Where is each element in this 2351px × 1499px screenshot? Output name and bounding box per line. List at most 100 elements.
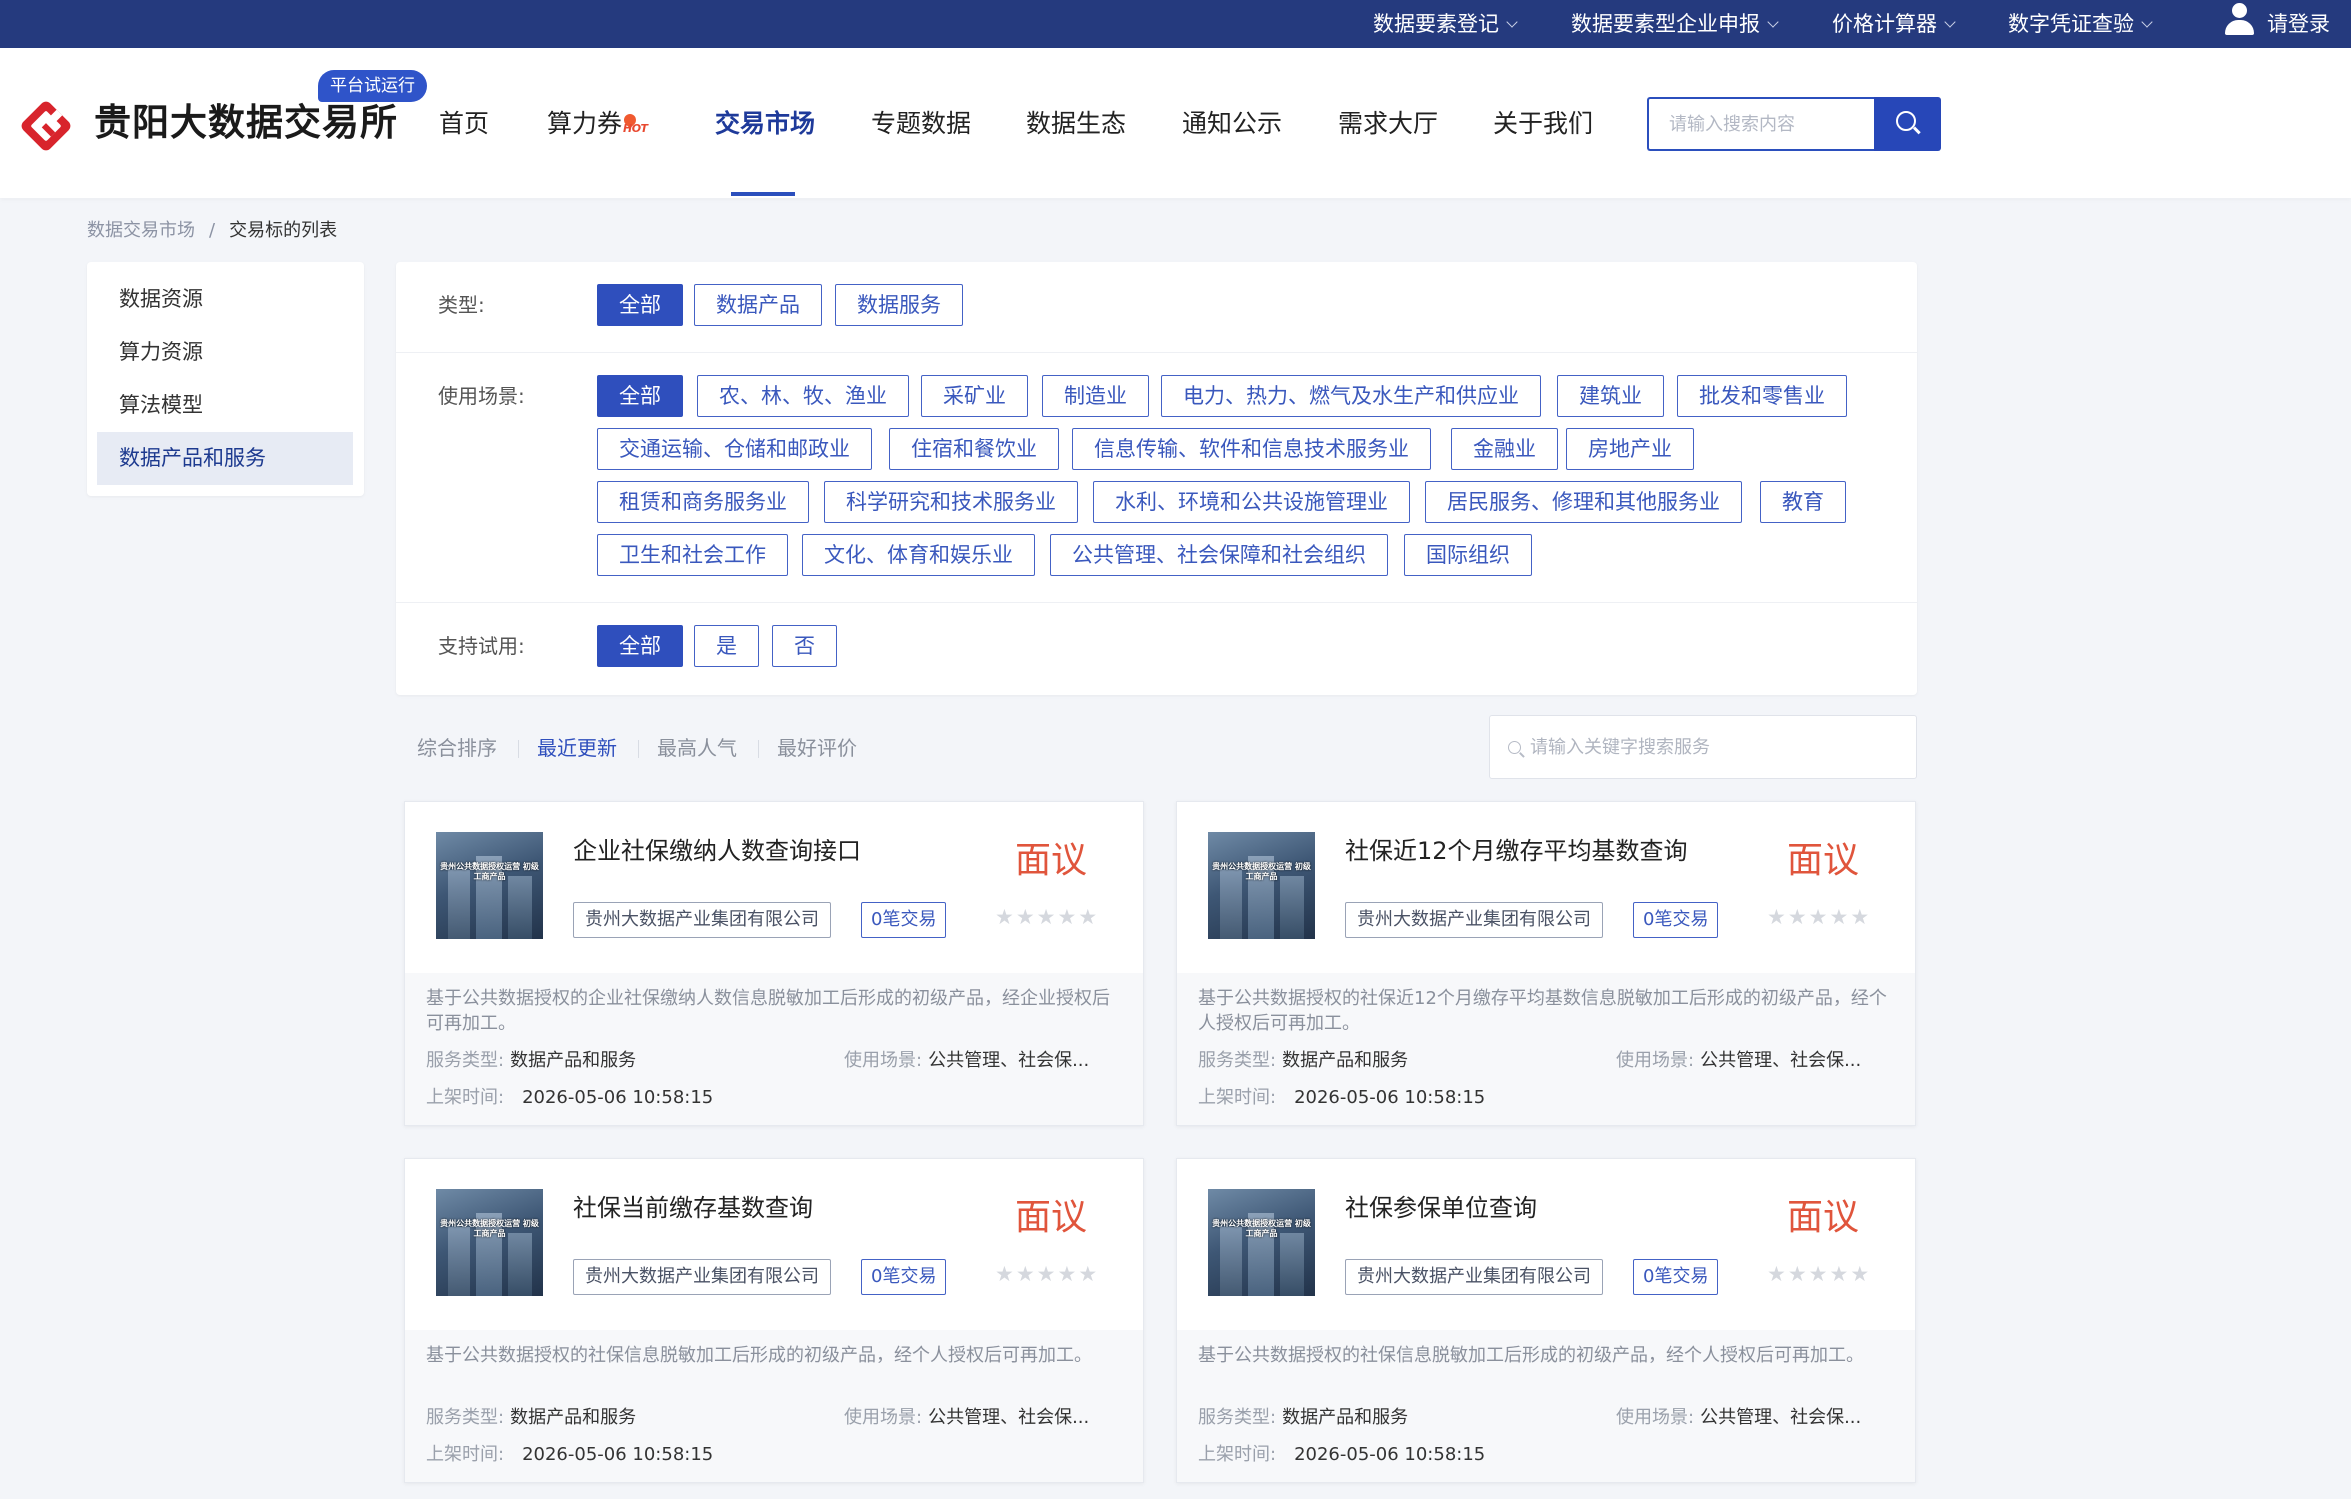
trial-option[interactable]: 全部 <box>597 625 683 667</box>
sort-separator <box>638 740 639 758</box>
sort-latest-update[interactable]: 最近更新 <box>537 733 617 763</box>
login-link[interactable]: 请登录 <box>2267 0 2330 48</box>
scene-option[interactable]: 住宿和餐饮业 <box>889 428 1059 470</box>
sidebar-item-data-products-services[interactable]: 数据产品和服务 <box>97 432 353 485</box>
sort-comprehensive[interactable]: 综合排序 <box>417 733 497 763</box>
type-option[interactable]: 数据产品 <box>694 284 822 326</box>
star-icon: ★ <box>1829 905 1849 929</box>
scene-option[interactable]: 批发和零售业 <box>1677 375 1847 417</box>
product-card[interactable]: 贵州公共数据授权运营 初级工商产品 社保近12个月缴存平均基数查询 贵州大数据产… <box>1176 801 1916 1126</box>
user-icon[interactable] <box>2224 3 2254 39</box>
product-card[interactable]: 贵州公共数据授权运营 初级工商产品 社保当前缴存基数查询 贵州大数据产业集团有限… <box>404 1158 1144 1483</box>
scene-option[interactable]: 全部 <box>597 375 683 417</box>
sidebar-item-algorithm-models[interactable]: 算法模型 <box>97 379 353 432</box>
active-nav-indicator <box>731 192 795 196</box>
star-icon: ★ <box>1015 1262 1035 1286</box>
topbar-item-label: 数字凭证查验 <box>2008 12 2134 36</box>
scene-option[interactable]: 采矿业 <box>921 375 1028 417</box>
listing-time: 上架时间: 2026-05-06 10:58:15 <box>426 1087 714 1108</box>
scene-option[interactable]: 文化、体育和娱乐业 <box>802 534 1035 576</box>
star-icon: ★ <box>1015 905 1035 929</box>
product-thumbnail: 贵州公共数据授权运营 初级工商产品 <box>1208 1189 1315 1296</box>
product-card[interactable]: 贵州公共数据授权运营 初级工商产品 社保参保单位查询 贵州大数据产业集团有限公司… <box>1176 1158 1916 1483</box>
listing-time: 上架时间: 2026-05-06 10:58:15 <box>426 1444 714 1465</box>
scene-option[interactable]: 居民服务、修理和其他服务业 <box>1425 481 1742 523</box>
scene-option[interactable]: 公共管理、社会保障和社会组织 <box>1050 534 1388 576</box>
scene-option[interactable]: 金融业 <box>1451 428 1558 470</box>
scene-option[interactable]: 房地产业 <box>1566 428 1694 470</box>
nav-home[interactable]: 首页 <box>439 104 489 144</box>
product-card[interactable]: 贵州公共数据授权运营 初级工商产品 企业社保缴纳人数查询接口 贵州大数据产业集团… <box>404 801 1144 1126</box>
scene-option[interactable]: 水利、环境和公共设施管理业 <box>1093 481 1410 523</box>
scene-option[interactable]: 科学研究和技术服务业 <box>824 481 1078 523</box>
site-search-input[interactable] <box>1649 99 1874 149</box>
logo-icon[interactable] <box>18 98 74 154</box>
trial-option[interactable]: 是 <box>694 625 759 667</box>
star-icon: ★ <box>1078 905 1098 929</box>
top-utility-bar: 数据要素登记 数据要素型企业申报 价格计算器 数字凭证查验 请登录 <box>0 0 2351 48</box>
star-icon: ★ <box>1036 1262 1056 1286</box>
nav-trading-market[interactable]: 交易市场 <box>715 104 815 144</box>
keyword-search-input[interactable] <box>1530 716 1910 778</box>
usage-scene: 使用场景: 公共管理、社会保... <box>1616 1407 1862 1428</box>
product-title[interactable]: 社保当前缴存基数查询 <box>573 1191 813 1225</box>
scene-option[interactable]: 国际组织 <box>1404 534 1532 576</box>
scene-option[interactable]: 制造业 <box>1042 375 1149 417</box>
filter-scene-label: 使用场景: <box>438 384 525 408</box>
product-title[interactable]: 社保参保单位查询 <box>1345 1191 1537 1225</box>
nav-data-ecosystem[interactable]: 数据生态 <box>1026 104 1126 144</box>
scene-option[interactable]: 电力、热力、燃气及水生产和供应业 <box>1161 375 1541 417</box>
trial-option[interactable]: 否 <box>772 625 837 667</box>
type-option[interactable]: 全部 <box>597 284 683 326</box>
product-title[interactable]: 社保近12个月缴存平均基数查询 <box>1345 834 1688 868</box>
usage-scene: 使用场景: 公共管理、社会保... <box>844 1050 1090 1071</box>
scene-option[interactable]: 交通运输、仓储和邮政业 <box>597 428 872 470</box>
scene-option[interactable]: 建筑业 <box>1557 375 1664 417</box>
sort-best-rated[interactable]: 最好评价 <box>777 733 857 763</box>
scene-option[interactable]: 卫生和社会工作 <box>597 534 788 576</box>
star-icon: ★ <box>1808 1262 1828 1286</box>
provider-tag: 贵州大数据产业集团有限公司 <box>1345 902 1603 938</box>
topbar-enterprise-declaration[interactable]: 数据要素型企业申报 <box>1571 0 1779 48</box>
scene-option[interactable]: 租赁和商务服务业 <box>597 481 809 523</box>
rating-stars: ★★★★★ <box>995 1262 1115 1286</box>
deal-count-tag: 0笔交易 <box>1633 902 1719 938</box>
nav-about-us[interactable]: 关于我们 <box>1493 104 1593 144</box>
divider <box>396 352 1917 353</box>
price: 面议 <box>1015 840 1088 881</box>
nav-compute-voucher[interactable]: 算力券 <box>547 104 622 144</box>
breadcrumb-root[interactable]: 数据交易市场 <box>87 220 195 241</box>
sort-most-popular[interactable]: 最高人气 <box>657 733 737 763</box>
star-icon: ★ <box>1057 1262 1077 1286</box>
product-title[interactable]: 企业社保缴纳人数查询接口 <box>573 834 861 868</box>
site-search <box>1647 97 1874 151</box>
usage-scene: 使用场景: 公共管理、社会保... <box>844 1407 1090 1428</box>
thumbnail-caption: 贵州公共数据授权运营 初级工商产品 <box>440 1219 539 1238</box>
provider-tag: 贵州大数据产业集团有限公司 <box>573 1259 831 1295</box>
topbar-data-element-registration[interactable]: 数据要素登记 <box>1373 0 1518 48</box>
sidebar-item-compute-resources[interactable]: 算力资源 <box>97 326 353 379</box>
product-description: 基于公共数据授权的社保信息脱敏加工后形成的初级产品，经个人授权后可再加工。 <box>1198 1345 1864 1366</box>
sort-separator <box>758 740 759 758</box>
scene-option[interactable]: 信息传输、软件和信息技术服务业 <box>1072 428 1431 470</box>
deal-count-tag: 0笔交易 <box>861 1259 947 1295</box>
trial-badge: 平台试运行 <box>318 70 427 102</box>
rating-stars: ★★★★★ <box>1767 905 1887 929</box>
rating-stars: ★★★★★ <box>1767 1262 1887 1286</box>
service-type: 服务类型: 数据产品和服务 <box>1198 1407 1409 1428</box>
topbar-digital-certificate-check[interactable]: 数字凭证查验 <box>2008 0 2153 48</box>
topbar-price-calculator[interactable]: 价格计算器 <box>1832 0 1956 48</box>
nav-announcements[interactable]: 通知公示 <box>1182 104 1282 144</box>
type-option[interactable]: 数据服务 <box>835 284 963 326</box>
scene-option[interactable]: 农、林、牧、渔业 <box>697 375 909 417</box>
topbar-item-label: 数据要素型企业申报 <box>1571 12 1760 36</box>
sidebar-item-data-resources[interactable]: 数据资源 <box>97 273 353 326</box>
nav-demand-hall[interactable]: 需求大厅 <box>1338 104 1438 144</box>
site-name[interactable]: 贵阳大数据交易所 <box>94 98 398 148</box>
nav-topic-data[interactable]: 专题数据 <box>871 104 971 144</box>
listing-time: 上架时间: 2026-05-06 10:58:15 <box>1198 1444 1486 1465</box>
star-icon: ★ <box>1787 1262 1807 1286</box>
scene-option[interactable]: 教育 <box>1760 481 1846 523</box>
deal-count-tag: 0笔交易 <box>861 902 947 938</box>
site-search-button[interactable] <box>1874 97 1941 151</box>
